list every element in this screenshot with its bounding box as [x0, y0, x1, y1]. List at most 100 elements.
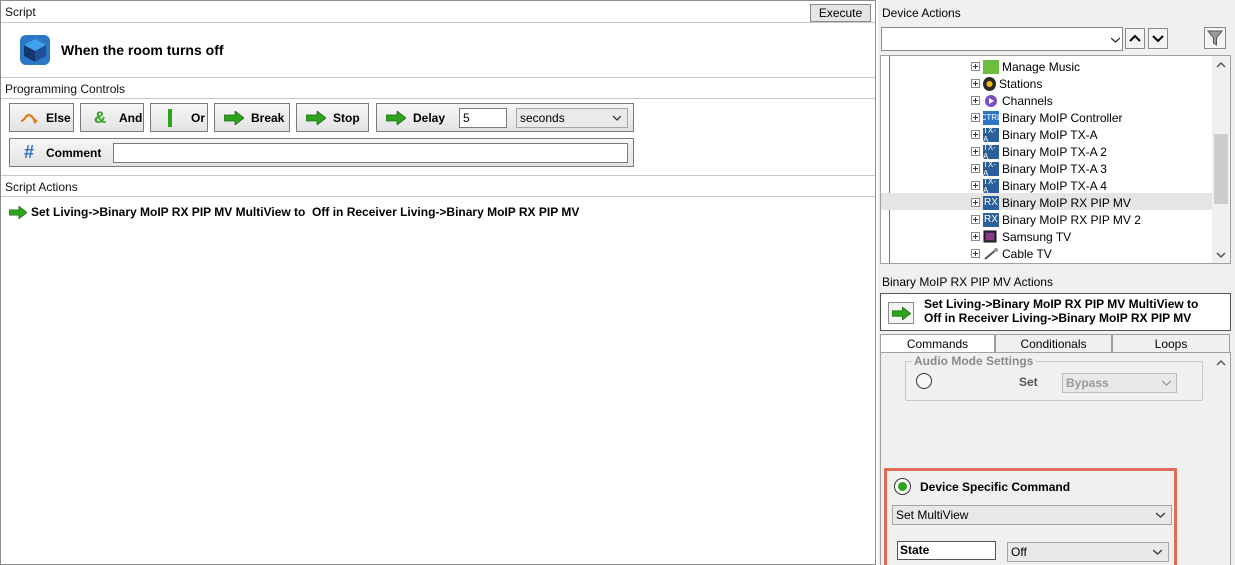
tree-item-label: Binary MoIP RX PIP MV	[1002, 195, 1131, 210]
audio-mode-radio[interactable]	[916, 373, 932, 389]
tree-item-label: Binary MoIP Controller	[1002, 110, 1123, 125]
tab-loops-label: Loops	[1154, 337, 1188, 351]
programming-section-header: Programming Controls	[1, 77, 875, 99]
funnel-icon	[1206, 30, 1224, 46]
device-tree: Manage Music Stations Channels CTRL Binary M…	[880, 55, 1231, 264]
break-label: Break	[251, 110, 285, 125]
or-label: Or	[191, 110, 206, 125]
tree-item[interactable]: Cable TV	[971, 245, 1211, 262]
device-command-label: Device Specific Command	[920, 480, 1071, 494]
tab-loops[interactable]: Loops	[1112, 334, 1230, 353]
stations-icon	[983, 76, 996, 91]
comment-input[interactable]	[113, 143, 628, 163]
or-bar-icon	[159, 108, 181, 127]
tree-scrollbar[interactable]	[1212, 56, 1230, 263]
device-actions-header: Device Actions	[882, 6, 961, 20]
tree-item[interactable]: CTRL Binary MoIP Controller	[971, 109, 1211, 126]
tree-item[interactable]: Stations	[971, 75, 1211, 92]
scroll-down-icon[interactable]	[1216, 252, 1226, 259]
tree-item[interactable]: Channels	[971, 92, 1211, 109]
else-label: Else	[46, 110, 71, 125]
green-arrow-icon	[385, 109, 407, 127]
scroll-up-icon[interactable]	[1216, 61, 1226, 68]
filter-button[interactable]	[1204, 27, 1226, 49]
tree-item-label: Manage Music	[1002, 59, 1081, 74]
stop-label: Stop	[333, 110, 360, 125]
chevron-down-icon	[1152, 35, 1164, 43]
tree-item[interactable]: RX Binary MoIP RX PIP MV	[971, 194, 1211, 211]
state-select[interactable]: Off	[1007, 542, 1169, 562]
action-preview: Set Living->Binary MoIP RX PIP MV MultiV…	[880, 293, 1231, 331]
tab-conditionals[interactable]: Conditionals	[995, 334, 1112, 353]
scroll-up-icon[interactable]	[1216, 359, 1226, 366]
tree-item[interactable]: TX-A Binary MoIP TX-A 2	[971, 143, 1211, 161]
expand-plus-icon[interactable]	[971, 232, 980, 241]
expand-plus-icon[interactable]	[971, 79, 980, 88]
tree-item[interactable]: Manage Music	[971, 58, 1211, 75]
action-preview-text: Set Living->Binary MoIP RX PIP MV MultiV…	[924, 297, 1198, 325]
stop-button[interactable]: Stop	[296, 103, 369, 132]
tree-item[interactable]: RX Binary MoIP RX PIP MV 2	[971, 211, 1211, 228]
device-actions-panel: Device Actions Manage Music Stations Chann…	[878, 0, 1235, 565]
delay-value-input[interactable]: 5	[459, 108, 507, 128]
expand-plus-icon[interactable]	[971, 215, 980, 224]
tab-commands[interactable]: Commands	[880, 334, 995, 353]
add-action-button[interactable]	[888, 302, 914, 324]
expand-plus-icon[interactable]	[971, 62, 980, 71]
audio-mode-select[interactable]: Bypass	[1062, 373, 1177, 393]
else-icon	[18, 109, 40, 127]
tree-item-label: Samsung TV	[1002, 229, 1072, 244]
tree-scroll-thumb[interactable]	[1214, 134, 1228, 204]
execute-button[interactable]: Execute	[810, 4, 871, 22]
expand-plus-icon[interactable]	[971, 96, 980, 105]
chevron-down-icon	[1153, 549, 1162, 555]
music-icon	[983, 59, 999, 74]
tree-item-label: Binary MoIP TX-A 3	[1002, 161, 1107, 176]
tx-icon: TX-A	[983, 160, 999, 178]
expand-plus-icon[interactable]	[971, 181, 980, 190]
expand-plus-icon[interactable]	[971, 198, 980, 207]
expand-plus-icon[interactable]	[971, 147, 980, 156]
move-down-button[interactable]	[1148, 28, 1168, 49]
device-command-radio[interactable]	[894, 478, 911, 495]
channels-icon	[983, 94, 999, 108]
script-title: When the room turns off	[61, 42, 224, 58]
script-section-header: Script	[1, 1, 875, 23]
script-actions-section-header: Script Actions	[1, 175, 875, 197]
and-button[interactable]: & And	[80, 103, 144, 132]
green-arrow-icon	[223, 109, 245, 127]
rx-icon: RX	[983, 195, 999, 210]
expand-plus-icon[interactable]	[971, 113, 980, 122]
tree-item-label: Binary MoIP TX-A 4	[1002, 178, 1107, 193]
green-arrow-icon	[9, 205, 27, 219]
expand-plus-icon[interactable]	[971, 249, 980, 258]
action-preview-line-2: Off in Receiver Living->Binary MoIP RX P…	[924, 311, 1192, 325]
break-button[interactable]: Break	[214, 103, 290, 132]
chevron-up-icon	[1129, 34, 1141, 42]
delay-unit-value: seconds	[520, 111, 565, 125]
radio-selected-dot	[898, 482, 907, 491]
state-value: Off	[1011, 545, 1027, 559]
tree-item-label: Stations	[999, 76, 1043, 91]
tab-commands-label: Commands	[906, 337, 969, 351]
delay-unit-select[interactable]: seconds	[516, 108, 628, 128]
move-up-button[interactable]	[1125, 28, 1145, 49]
script-header-label: Script	[5, 5, 36, 19]
hash-icon: #	[23, 142, 34, 162]
tree-item-label: Cable TV	[1002, 246, 1052, 261]
tree-item[interactable]: TX-A Binary MoIP TX-A 3	[971, 160, 1211, 178]
audio-mode-group-label: Audio Mode Settings	[912, 354, 1036, 368]
commands-scrollbar[interactable]	[1212, 353, 1230, 565]
audio-set-label: Set	[1019, 375, 1038, 389]
or-button[interactable]: Or	[150, 103, 208, 132]
tree-item[interactable]: Samsung TV	[971, 228, 1211, 245]
else-button[interactable]: Else	[9, 103, 74, 132]
tree-item[interactable]: TX-A Binary MoIP TX-A 4	[971, 177, 1211, 195]
tree-item[interactable]: TX-A Binary MoIP TX-A	[971, 126, 1211, 144]
expand-plus-icon[interactable]	[971, 130, 980, 139]
script-action-row[interactable]: Set Living->Binary MoIP RX PIP MV MultiV…	[9, 204, 869, 220]
device-filter-combo[interactable]	[881, 27, 1123, 51]
expand-plus-icon[interactable]	[971, 164, 980, 173]
device-command-select[interactable]: Set MultiView	[892, 505, 1172, 525]
tx-icon: TX-A	[983, 126, 999, 144]
